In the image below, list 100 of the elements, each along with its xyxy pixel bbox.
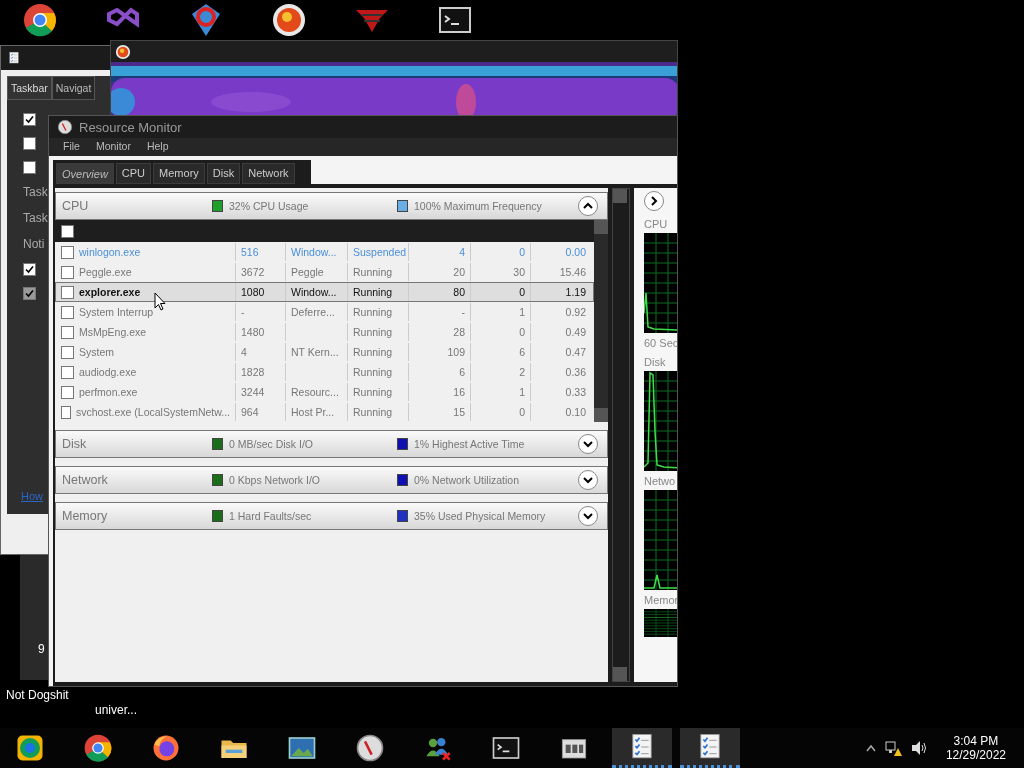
table-cell: Running xyxy=(353,386,393,398)
table-cell: Resourc... xyxy=(291,386,339,398)
option-label: Task xyxy=(23,185,48,199)
expand-icon[interactable] xyxy=(578,470,598,490)
graph-label: Disk xyxy=(644,356,667,368)
table-cell: winlogon.exe xyxy=(79,246,141,258)
browser-icon[interactable] xyxy=(151,733,181,763)
table-cell: 1080 xyxy=(241,286,265,298)
checkbox[interactable] xyxy=(23,136,36,150)
menu-item[interactable]: Monitor xyxy=(87,138,139,156)
table-cell: 3672 xyxy=(241,266,265,278)
table-cell: 15.46 xyxy=(559,266,586,278)
table-cell: 4 xyxy=(241,346,247,358)
table-cell: MsMpEng.exe xyxy=(79,326,147,338)
checkbox[interactable] xyxy=(61,265,74,279)
collapse-icon[interactable] xyxy=(578,196,598,216)
browser-icon[interactable] xyxy=(15,733,45,763)
activity-graph xyxy=(644,609,677,637)
table-cell: 0 xyxy=(519,326,525,338)
checkbox[interactable] xyxy=(23,112,36,126)
table-cell: 1828 xyxy=(241,366,265,378)
table-cell: NT Kern... xyxy=(291,346,339,358)
taskbar-button[interactable] xyxy=(680,728,740,768)
table-cell: 4 xyxy=(459,246,465,258)
expand-icon[interactable] xyxy=(578,506,598,526)
desktop-icon-label[interactable]: univer... xyxy=(95,703,138,717)
caret-icon[interactable] xyxy=(865,744,876,752)
table-cell: 3244 xyxy=(241,386,265,398)
table-cell: Suspended xyxy=(353,246,407,258)
checkbox[interactable] xyxy=(23,160,36,174)
table-cell: Running xyxy=(353,286,393,298)
gauge-icon[interactable] xyxy=(57,119,73,135)
network-warning-icon[interactable] xyxy=(883,739,902,757)
section-header[interactable]: Network 0 Kbps Network I/O 0% Network Utilization xyxy=(55,466,608,494)
tab[interactable]: Memory xyxy=(153,163,205,184)
table-cell: 0.33 xyxy=(565,386,586,398)
scrollbar[interactable] xyxy=(612,188,630,682)
table-cell: 0.00 xyxy=(565,246,586,258)
gauge-icon[interactable] xyxy=(355,733,385,763)
section-title: Memory xyxy=(61,509,109,523)
section-title: Disk xyxy=(61,437,88,451)
table-cell: Peggle.exe xyxy=(79,266,132,278)
section-header[interactable]: Disk 0 MB/sec Disk I/O 1% Highest Active Time xyxy=(55,430,608,458)
table-cell: - xyxy=(241,306,245,318)
section-header[interactable]: CPU 32% CPU Usage 100% Maximum Frequency xyxy=(55,192,608,220)
taskbar-button[interactable] xyxy=(612,728,672,768)
table-cell: 6 xyxy=(459,366,465,378)
checkbox[interactable] xyxy=(61,305,74,319)
section-header[interactable]: Memory 1 Hard Faults/sec 35% Used Physical Memory xyxy=(55,502,608,530)
checkbox[interactable] xyxy=(61,285,74,299)
table-cell: 0 xyxy=(519,246,525,258)
legend-label: 0 Kbps Network I/O xyxy=(229,474,321,486)
checkbox[interactable] xyxy=(61,224,74,238)
menu-item[interactable]: Help xyxy=(138,138,177,156)
window-title: Resource Monitor xyxy=(79,119,182,135)
clock-date[interactable]: 12/29/2022 xyxy=(945,748,1006,762)
checkbox[interactable] xyxy=(61,405,71,419)
legend-label: 100% Maximum Frequency xyxy=(414,200,542,212)
table-cell: Window... xyxy=(291,286,337,298)
browser-icon[interactable] xyxy=(83,733,113,763)
graph-label: Netwo xyxy=(644,475,677,487)
table-cell: 109 xyxy=(447,346,465,358)
tab[interactable]: Taskbar xyxy=(7,76,52,100)
table-cell: 80 xyxy=(453,286,465,298)
volume-icon[interactable] xyxy=(909,740,928,756)
tab[interactable]: Overview xyxy=(56,163,114,184)
table-cell: Peggle xyxy=(291,266,324,278)
table-cell: Running xyxy=(353,326,393,338)
scrollbar[interactable] xyxy=(594,220,608,422)
tab[interactable]: Network xyxy=(242,163,295,184)
ball-icon[interactable] xyxy=(271,2,307,38)
tab[interactable]: Navigat xyxy=(51,76,96,100)
checkbox[interactable] xyxy=(61,385,74,399)
checkbox[interactable] xyxy=(61,365,74,379)
badge-count: 9 xyxy=(38,642,45,656)
tab[interactable]: CPU xyxy=(115,163,152,184)
table-cell: audiodg.exe xyxy=(79,366,137,378)
table-cell: Host Pr... xyxy=(291,406,335,418)
browser-icon[interactable] xyxy=(22,2,58,38)
table-cell: 0.47 xyxy=(565,346,586,358)
table-cell: 6 xyxy=(519,346,525,358)
expand-icon[interactable] xyxy=(578,434,598,454)
checkbox[interactable] xyxy=(23,262,36,276)
table-cell: 1 xyxy=(519,306,525,318)
table-cell: explorer.exe xyxy=(79,286,141,298)
checkbox[interactable] xyxy=(61,245,74,259)
checkbox[interactable] xyxy=(61,325,74,339)
expand-icon[interactable] xyxy=(644,191,664,211)
table-cell: 0 xyxy=(519,406,525,418)
table-cell: 516 xyxy=(241,246,259,258)
table-cell: System Interrup xyxy=(79,306,154,318)
menu-item[interactable]: File xyxy=(55,138,88,156)
option-label: Noti xyxy=(23,237,45,251)
desktop-icon-label[interactable]: Not Dogshit xyxy=(6,688,69,702)
tab[interactable]: Disk xyxy=(206,163,241,184)
clock-time[interactable]: 3:04 PM xyxy=(953,734,999,748)
table-cell: 0.10 xyxy=(565,406,586,418)
ball-icon[interactable] xyxy=(115,43,131,60)
checkbox[interactable] xyxy=(61,345,74,359)
checklist-icon[interactable] xyxy=(7,51,21,65)
